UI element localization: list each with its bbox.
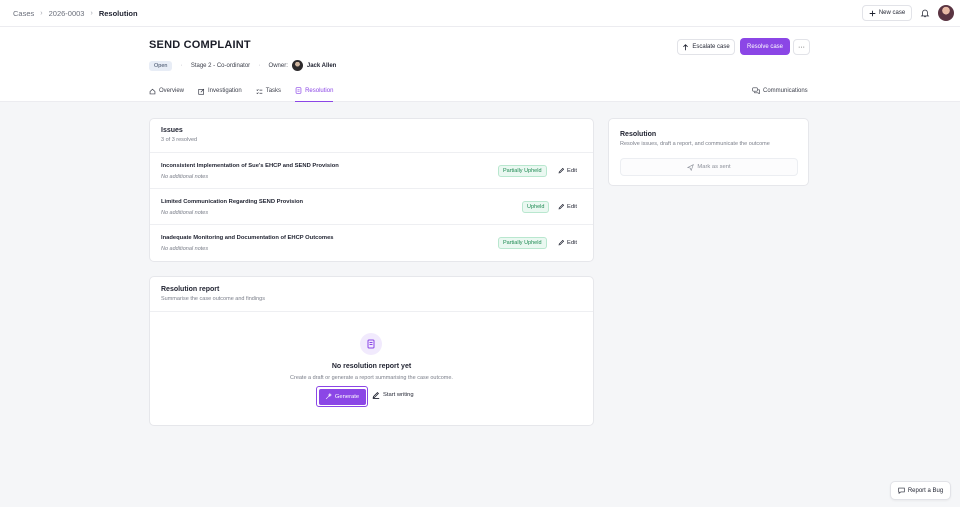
- breadcrumb: Cases › 2026-0003 › Resolution: [13, 9, 138, 18]
- bell-icon[interactable]: [920, 8, 930, 18]
- send-icon: [687, 163, 695, 171]
- report-bug-button[interactable]: Report a Bug: [890, 481, 951, 500]
- resolve-case-button[interactable]: Resolve case: [740, 38, 790, 55]
- status-badge: Open: [149, 60, 173, 71]
- report-header: Resolution report Summarise the case out…: [161, 286, 265, 302]
- tab-label: Investigation: [208, 88, 242, 94]
- plus-icon: [869, 10, 876, 17]
- edit-issue-button[interactable]: Edit: [558, 203, 577, 210]
- tab-tasks[interactable]: Tasks: [256, 87, 281, 102]
- issue-row: Limited Communication Regarding SEND Pro…: [150, 188, 593, 224]
- resolution-panel-subtitle: Resolve issues, draft a report, and comm…: [620, 141, 770, 147]
- issue-name: Inadequate Monitoring and Documentation …: [161, 235, 334, 241]
- communications-button[interactable]: Communications: [752, 87, 808, 94]
- edit-label: Edit: [567, 203, 577, 210]
- owner-label: Owner:: [268, 62, 288, 69]
- escalate-label: Escalate case: [692, 44, 730, 50]
- issue-name: Limited Communication Regarding SEND Pro…: [161, 199, 304, 205]
- tab-overview[interactable]: Overview: [149, 87, 184, 102]
- mark-as-sent-button[interactable]: Mark as sent: [620, 158, 798, 176]
- breadcrumb-case-id[interactable]: 2026-0003: [49, 9, 85, 18]
- edit-issue-button[interactable]: Edit: [558, 239, 577, 246]
- arrow-up-icon: [682, 43, 689, 51]
- status-badge: Upheld: [522, 201, 550, 213]
- breadcrumb-separator: ›: [90, 10, 93, 17]
- generate-button-focus-ring: Generate: [316, 386, 368, 407]
- mark-as-sent-label: Mark as sent: [697, 164, 731, 170]
- more-actions-button[interactable]: ···: [793, 39, 810, 55]
- pencil-icon: [558, 167, 565, 174]
- escalate-case-button[interactable]: Escalate case: [677, 39, 735, 55]
- breadcrumb-separator: ›: [40, 10, 43, 17]
- resolution-panel: Resolution Resolve issues, draft a repor…: [608, 118, 809, 186]
- issue-row: Inadequate Monitoring and Documentation …: [150, 224, 593, 260]
- pencil-icon: [558, 203, 565, 210]
- issue-name: Inconsistent Implementation of Sue's EHC…: [161, 163, 339, 169]
- new-case-label: New case: [878, 10, 906, 16]
- communications-label: Communications: [763, 87, 808, 94]
- pencil-icon: [372, 391, 380, 399]
- issues-subtitle: 3 of 3 resolved: [161, 137, 198, 143]
- issues-title: Issues: [161, 127, 183, 134]
- report-title: Resolution report: [161, 286, 220, 293]
- tab-label: Resolution: [305, 87, 334, 94]
- start-writing-label: Start writing: [383, 392, 414, 398]
- owner: Owner: Jack Allen: [268, 60, 337, 71]
- issues-header: Issues 3 of 3 resolved: [161, 127, 197, 143]
- edit-label: Edit: [567, 239, 577, 246]
- status-badge: Partially Upheld: [498, 165, 547, 177]
- sparkle-wand-icon: [325, 393, 332, 400]
- empty-state-title: No resolution report yet: [331, 363, 412, 370]
- start-writing-button[interactable]: Start writing: [372, 391, 414, 399]
- tab-resolution[interactable]: Resolution: [295, 87, 334, 102]
- edit-square-icon: [198, 88, 205, 95]
- chat-icon: [752, 87, 760, 94]
- chat-icon: [898, 487, 905, 494]
- issues-card: Issues 3 of 3 resolved Inconsistent Impl…: [149, 118, 594, 262]
- empty-state-subtitle: Create a draft or generate a report summ…: [290, 375, 453, 381]
- generate-button[interactable]: Generate: [318, 388, 366, 405]
- case-meta: Open · Stage 2 - Co-ordinator · Owner: J…: [149, 60, 336, 71]
- resolution-panel-title: Resolution: [620, 131, 657, 138]
- meta-separator: ·: [258, 62, 261, 69]
- issue-row: Inconsistent Implementation of Sue's EHC…: [150, 152, 593, 188]
- home-icon: [149, 88, 156, 95]
- issue-note: No additional notes: [161, 210, 209, 216]
- case-tabs: Overview Investigation Tasks Resolution: [149, 87, 334, 102]
- report-bug-label: Report a Bug: [907, 487, 944, 494]
- report-subtitle: Summarise the case outcome and findings: [161, 296, 265, 302]
- pencil-icon: [558, 239, 565, 246]
- status-badge: Partially Upheld: [498, 237, 547, 249]
- edit-label: Edit: [567, 167, 577, 174]
- list-check-icon: [256, 88, 263, 95]
- breadcrumb-current: Resolution: [98, 9, 138, 18]
- new-case-button[interactable]: New case: [862, 5, 912, 21]
- issue-note: No additional notes: [161, 246, 209, 252]
- resolution-panel-header: Resolution Resolve issues, draft a repor…: [620, 131, 770, 147]
- tab-investigation[interactable]: Investigation: [198, 87, 242, 102]
- top-bar: Cases › 2026-0003 › Resolution New case: [0, 0, 960, 27]
- breadcrumb-cases[interactable]: Cases: [13, 9, 34, 18]
- document-icon: [360, 333, 382, 355]
- owner-avatar: [291, 60, 303, 71]
- meta-separator: ·: [180, 62, 183, 69]
- divider: [150, 311, 593, 312]
- case-title: SEND COMPLAINT: [149, 39, 251, 51]
- tab-label: Overview: [159, 88, 185, 94]
- tab-label: Tasks: [265, 88, 282, 94]
- owner-name: Jack Allen: [306, 62, 337, 69]
- edit-issue-button[interactable]: Edit: [558, 167, 577, 174]
- issue-note: No additional notes: [161, 174, 209, 180]
- case-header: SEND COMPLAINT Open · Stage 2 - Co-ordin…: [0, 27, 960, 102]
- user-avatar[interactable]: [938, 5, 954, 21]
- generate-label: Generate: [334, 393, 360, 400]
- document-icon: [295, 87, 302, 94]
- stage-label: Stage 2 - Co-ordinator: [190, 62, 251, 69]
